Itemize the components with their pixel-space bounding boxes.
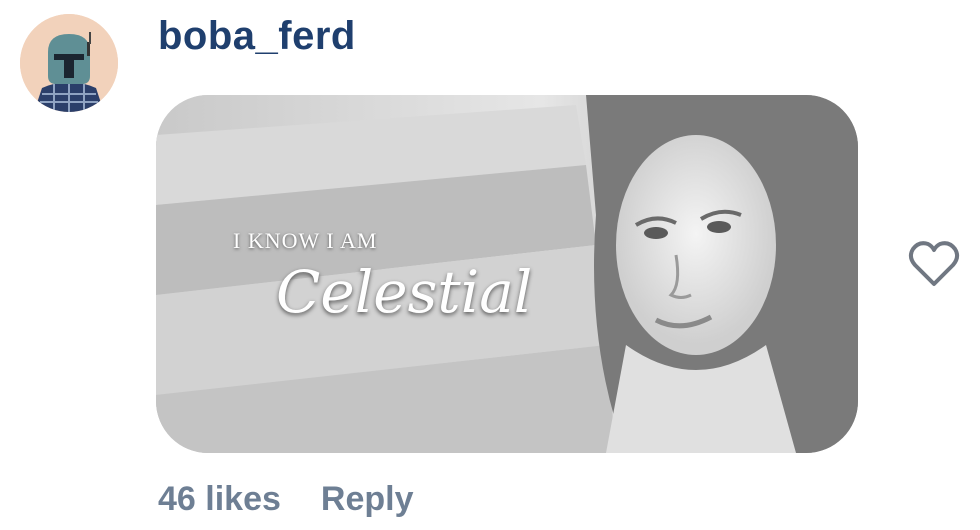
comment-actions: 46 likes Reply bbox=[158, 480, 413, 519]
likes-count[interactable]: 46 likes bbox=[158, 480, 281, 519]
heart-outline-icon[interactable] bbox=[908, 240, 960, 288]
gif-caption-line-1: I KNOW I AM bbox=[233, 228, 378, 253]
reply-button[interactable]: Reply bbox=[321, 480, 414, 519]
gif-caption-line-2: Celestial bbox=[276, 258, 533, 326]
username[interactable]: boba_ferd bbox=[158, 14, 356, 59]
avatar[interactable] bbox=[20, 14, 118, 112]
helmet-avatar-icon bbox=[20, 14, 118, 112]
